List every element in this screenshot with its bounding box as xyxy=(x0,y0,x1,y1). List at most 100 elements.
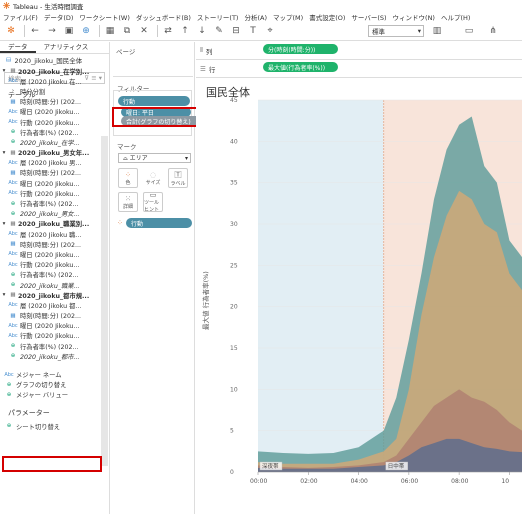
clear-sheet-icon[interactable]: ✕ xyxy=(137,24,151,38)
collapse-icon[interactable]: ▾ xyxy=(0,292,8,298)
tooltip-button[interactable]: ▭ ツールヒント xyxy=(143,191,163,213)
datetime-field-icon: ▦ xyxy=(10,312,16,319)
field-item[interactable]: Abc メジャー ネーム xyxy=(0,369,104,380)
collapse-icon[interactable]: ▾ xyxy=(0,68,8,74)
field-item[interactable]: Abc 曜日 (2020 Jikoku... xyxy=(0,249,104,259)
filter-pill-action[interactable]: 行動 xyxy=(118,96,190,106)
menu-item[interactable]: ヘルプ(H) xyxy=(441,12,470,22)
field-item[interactable]: Abc 層 (2020 Jikoku 在... xyxy=(0,76,104,86)
field-item[interactable]: Abc 層 (2020 Jikoku 都... xyxy=(0,300,104,310)
menu-item[interactable]: マップ(M) xyxy=(273,12,303,22)
field-name: 2020_jikoku_男女... xyxy=(20,211,80,219)
mark-type-select[interactable]: ⌓ エリア ▾ xyxy=(118,153,191,163)
forward-icon[interactable]: → xyxy=(45,24,59,38)
field-item[interactable]: Abc 行動 (2020 Jikoku... xyxy=(0,188,104,198)
group-icon[interactable]: ⊟ xyxy=(229,24,243,38)
field-item[interactable]: Abc 行動 (2020 Jikoku... xyxy=(0,331,104,341)
columns-shelf[interactable]: ⦀ 列 xyxy=(196,42,522,60)
field-item[interactable]: ▦ 時刻(時間:分) (202... xyxy=(0,239,104,249)
rows-pill-label: 最大値(行為者率(%)) xyxy=(268,64,326,72)
field-item[interactable]: ⊕ メジャー バリュー xyxy=(0,390,104,400)
highlight-icon[interactable]: ✎ xyxy=(212,24,226,38)
menu-item[interactable]: サーバー(S) xyxy=(351,12,386,22)
menu-item[interactable]: ストーリー(T) xyxy=(197,12,239,22)
field-item[interactable]: Abc 曜日 (2020 Jikoku... xyxy=(0,178,104,188)
x-tick-label: 00:00 xyxy=(250,478,267,485)
area-chart-icon: ⌓ xyxy=(123,155,130,162)
database-icon: ⛁ xyxy=(6,56,12,64)
menu-item[interactable]: ウィンドウ(N) xyxy=(393,12,435,22)
field-name: 層 (2020 Jikoku 男... xyxy=(20,160,82,168)
marks-pill-action[interactable]: 行動 xyxy=(126,218,192,228)
x-tick-label: 04:00 xyxy=(351,478,368,485)
menu-item[interactable]: データ(D) xyxy=(44,12,74,22)
area-chart[interactable]: 45 40 35 30 25 20 15 10 5 0 00:00 02:00 04:00 06:00 08… xyxy=(196,94,522,514)
text-label-icon: 🅃 xyxy=(174,170,182,179)
sort-asc-icon[interactable]: ↑ xyxy=(178,24,192,38)
duplicate-icon[interactable]: ⧉ xyxy=(120,24,134,38)
scrollbar[interactable] xyxy=(101,136,108,466)
field-item[interactable]: Abc 曜日 (2020 Jikoku... xyxy=(0,107,104,117)
color-legend-icon: ⁘ xyxy=(117,219,123,227)
color-button[interactable]: ⁘ 色 xyxy=(118,168,138,188)
back-icon[interactable]: ← xyxy=(28,24,42,38)
new-worksheet-icon[interactable]: ▦ xyxy=(103,24,117,38)
fit-select[interactable]: 標準 ▾ xyxy=(368,25,424,37)
field-item[interactable]: ▦ 時刻(時間:分) (202... xyxy=(0,97,104,107)
field-item[interactable]: ⊕ 2020_jikoku_在学... xyxy=(0,137,104,147)
menu-item[interactable]: 分析(A) xyxy=(244,12,267,22)
columns-pill[interactable]: 分(時刻(時間:分)) xyxy=(263,44,338,54)
rows-pill[interactable]: 最大値(行為者率(%)) xyxy=(263,62,338,72)
label-button[interactable]: 🅃 ラベル xyxy=(168,168,188,188)
swap-icon[interactable]: ⇄ xyxy=(161,24,175,38)
pin-icon[interactable]: ⌖ xyxy=(263,24,277,38)
field-item[interactable]: ⊕ 行為者率(%) (202... xyxy=(0,270,104,280)
field-item[interactable]: Abc 行動 (2020 Jikoku... xyxy=(0,117,104,127)
tab-analytics[interactable]: アナリティクス xyxy=(36,42,97,53)
menu-item[interactable]: 書式設定(O) xyxy=(309,12,345,22)
collapse-icon[interactable]: ▾ xyxy=(0,150,8,156)
table-group[interactable]: ▾ ▦ 2020_jikoku_都市規... xyxy=(0,290,104,300)
sort-desc-icon[interactable]: ↓ xyxy=(195,24,209,38)
menu-item[interactable]: ダッシュボード(B) xyxy=(136,12,191,22)
field-item[interactable]: ⊕ 行為者率(%) (202... xyxy=(0,341,104,351)
field-item[interactable]: ⊕ 2020_jikoku_都市... xyxy=(0,351,104,361)
field-item[interactable]: ⊕ 2020_jikoku_男女... xyxy=(0,209,104,219)
field-item[interactable]: Abc 層 (2020 Jikoku 男... xyxy=(0,158,104,168)
field-item[interactable]: ⊕ グラフの切り替え xyxy=(0,380,104,390)
new-datasource-icon[interactable]: ⊕ xyxy=(79,24,93,38)
text-field-icon: Abc xyxy=(4,371,14,378)
presentation-icon[interactable]: ▭ xyxy=(462,24,476,38)
rows-shelf[interactable]: ☰ 行 xyxy=(196,60,522,78)
measure-field-icon: ⊕ xyxy=(10,129,16,136)
field-item[interactable]: Abc 層 (2020 Jikoku 職... xyxy=(0,229,104,239)
table-group[interactable]: ▾ ▦ 2020_jikoku_在学別... xyxy=(0,66,104,76)
y-tick-label: 5 xyxy=(230,428,234,435)
field-item[interactable]: ⊕ シート切り替え xyxy=(0,421,104,431)
field-item[interactable]: ▦ 時刻(時間:分) (202... xyxy=(0,311,104,321)
chart-icon[interactable]: ▥ xyxy=(430,24,444,38)
menu-item[interactable]: ワークシート(W) xyxy=(79,12,130,22)
menu-item[interactable]: ファイル(F) xyxy=(3,12,38,22)
collapse-icon[interactable]: ▾ xyxy=(0,221,8,227)
save-icon[interactable]: ▣ xyxy=(62,24,76,38)
detail-button[interactable]: ⁙ 詳細 xyxy=(118,192,138,212)
field-item[interactable]: ⊕ 行為者率(%) (202... xyxy=(0,198,104,209)
field-item[interactable]: Abc 曜日 (2020 Jikoku... xyxy=(0,321,104,331)
label-icon[interactable]: T xyxy=(246,24,260,38)
size-button[interactable]: ◌ サイズ xyxy=(143,168,163,188)
field-name: 行動 (2020 Jikoku... xyxy=(20,333,80,341)
tableau-home-icon[interactable]: ✻ xyxy=(4,24,18,38)
table-group[interactable]: ▾ ▦ 2020_jikoku_職業別... xyxy=(0,219,104,229)
tab-data[interactable]: データ xyxy=(0,42,36,53)
table-group[interactable]: ▾ ▦ 2020_jikoku_男女年... xyxy=(0,148,104,158)
share-icon[interactable]: ⋔ xyxy=(486,24,500,38)
rows-label: 行 xyxy=(208,65,216,74)
field-item[interactable]: ⊕ 2020_jikoku_職業... xyxy=(0,280,104,290)
field-item[interactable]: ▦ 時刻(時間:分) (202... xyxy=(0,168,104,178)
field-item[interactable]: Abc 行動 (2020 Jikoku... xyxy=(0,260,104,270)
datasource-item[interactable]: ⛁ 2020_jikoku_国民全体 xyxy=(0,54,109,66)
field-item[interactable]: ⊕ 行為者率(%) (202... xyxy=(0,127,104,137)
field-item[interactable]: › 時分分割 xyxy=(0,86,104,96)
